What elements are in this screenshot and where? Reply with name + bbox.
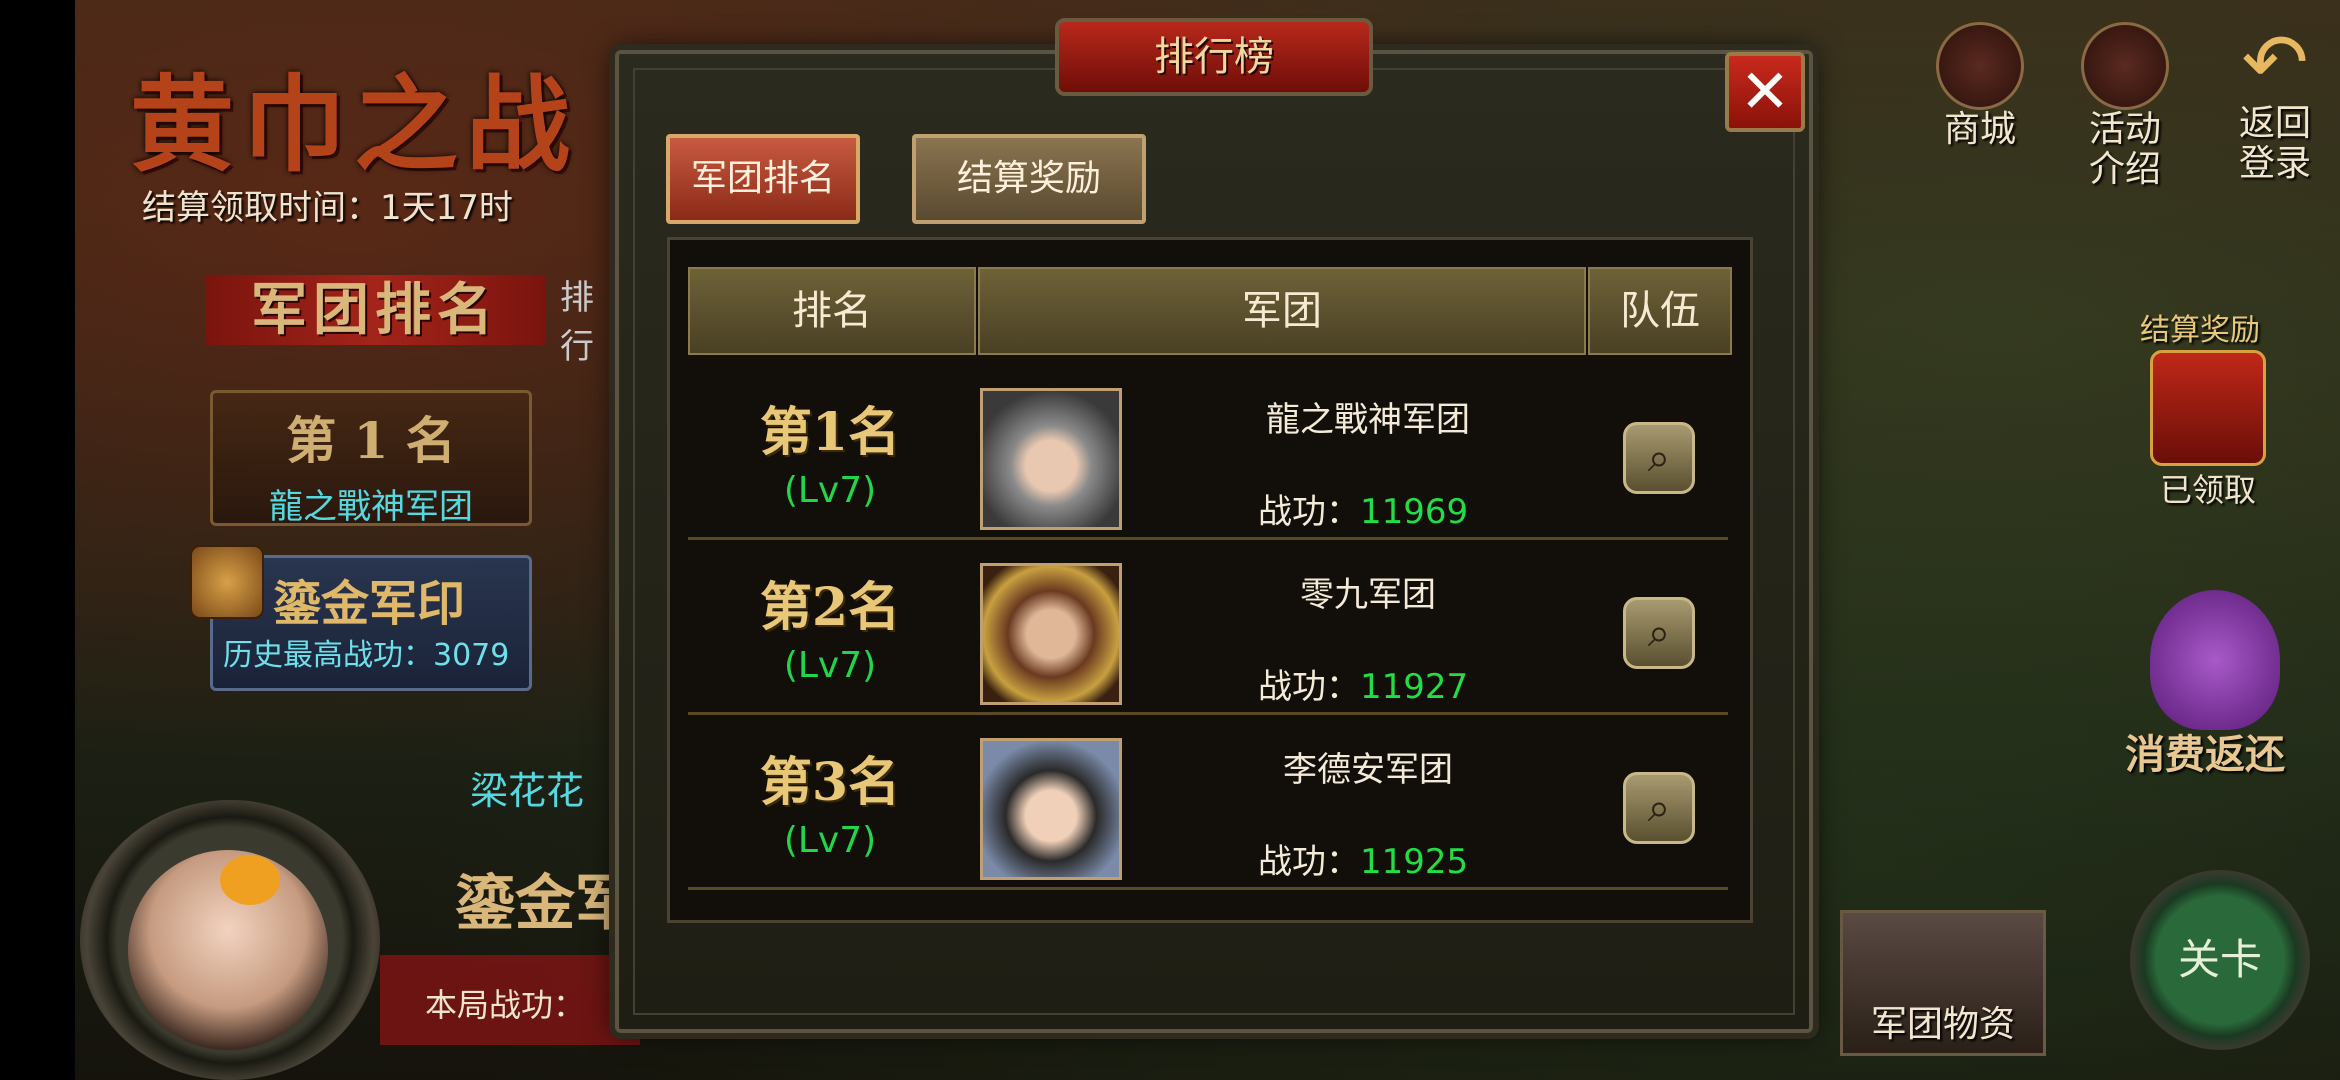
magnifier-icon: ⌕ bbox=[1647, 435, 1671, 481]
table-row: 第1名 (Lv7) 龍之戰神军团 战功：11969 ⌕ bbox=[688, 362, 1728, 540]
event-title: 黄巾之战 bbox=[130, 63, 579, 186]
merit-label: 战功： bbox=[1258, 842, 1360, 882]
legion-supplies-button[interactable]: 军团物资 bbox=[1840, 910, 2046, 1056]
row-merit: 战功：11969 bbox=[1258, 484, 1468, 533]
history-best: 历史最高战功：3079 bbox=[223, 638, 510, 673]
shop-button[interactable]: 商城 bbox=[1930, 22, 2030, 150]
reward-chest-icon[interactable] bbox=[2150, 350, 2266, 466]
row-merit: 战功：11925 bbox=[1258, 834, 1468, 883]
ranking-side-tab[interactable]: 排行 bbox=[560, 270, 610, 370]
my-rank: 第 1 名 bbox=[286, 411, 456, 470]
view-team-button[interactable]: ⌕ bbox=[1623, 597, 1695, 669]
legion-supplies-label: 军团物资 bbox=[1870, 1004, 2015, 1045]
view-team-button[interactable]: ⌕ bbox=[1623, 422, 1695, 494]
magnifier-icon: ⌕ bbox=[1647, 610, 1671, 656]
settlement-reward-label: 结算奖励 bbox=[2140, 313, 2260, 348]
row-level: (Lv7) bbox=[783, 645, 877, 686]
row-legion-name: 零九军团 bbox=[1300, 575, 1436, 615]
player-name: 梁花花 bbox=[470, 769, 585, 813]
row-rank: 第3名 bbox=[759, 752, 901, 813]
back-login-label: 返回 登录 bbox=[2238, 103, 2311, 184]
view-team-button[interactable]: ⌕ bbox=[1623, 772, 1695, 844]
my-legion-name: 龍之戰神军团 bbox=[269, 487, 473, 527]
leader-portrait bbox=[980, 738, 1122, 880]
merit-label: 战功： bbox=[1258, 492, 1360, 532]
row-rank: 第1名 bbox=[759, 402, 901, 463]
legion-rank-banner: 军团排名 bbox=[205, 275, 545, 345]
row-merit: 战功：11927 bbox=[1258, 659, 1468, 708]
refund-label: 消费返还 bbox=[2125, 732, 2285, 778]
shop-label: 商城 bbox=[1943, 109, 2016, 150]
stage-label: 关卡 bbox=[2177, 935, 2262, 984]
merit-value: 11925 bbox=[1360, 842, 1469, 882]
row-rank: 第2名 bbox=[759, 577, 901, 638]
current-score-label: 本局战功： bbox=[425, 986, 586, 1024]
tab-legion-rank[interactable]: 军团排名 bbox=[666, 134, 860, 224]
leader-portrait bbox=[980, 563, 1122, 705]
close-button[interactable]: ✕ bbox=[1725, 52, 1805, 132]
dialog-title: 排行榜 bbox=[1055, 18, 1373, 96]
flower-icon bbox=[220, 855, 280, 905]
activity-icon bbox=[2081, 22, 2169, 110]
stage-button[interactable]: 关卡 bbox=[2130, 870, 2310, 1050]
tab-settlement-reward[interactable]: 结算奖励 bbox=[912, 134, 1146, 224]
table-row: 第3名 (Lv7) 李德安军团 战功：11925 ⌕ bbox=[688, 712, 1728, 890]
row-legion-name: 龍之戰神军团 bbox=[1266, 400, 1470, 440]
big-seal-title: 鎏金军 bbox=[455, 869, 635, 939]
shop-icon bbox=[1936, 22, 2024, 110]
my-rank-box: 第 1 名 龍之戰神军团 bbox=[210, 390, 532, 527]
merit-value: 11969 bbox=[1360, 492, 1469, 532]
leader-portrait bbox=[980, 388, 1122, 530]
merit-label: 战功： bbox=[1258, 667, 1360, 707]
row-level: (Lv7) bbox=[783, 470, 877, 511]
header-legion: 军团 bbox=[978, 267, 1586, 355]
ranking-side-tab-label: 排行 bbox=[560, 278, 594, 367]
activity-intro-button[interactable]: 活动 介绍 bbox=[2075, 22, 2175, 190]
return-arrow-icon: ↶ bbox=[2241, 16, 2309, 109]
close-icon: ✕ bbox=[1739, 57, 1791, 127]
merit-value: 11927 bbox=[1360, 667, 1469, 707]
settlement-time: 结算领取时间：1天17时 bbox=[142, 188, 513, 228]
row-legion-name: 李德安军团 bbox=[1283, 750, 1453, 790]
magnifier-icon: ⌕ bbox=[1647, 785, 1671, 831]
seal-icon bbox=[190, 545, 264, 619]
activity-label: 活动 介绍 bbox=[2088, 109, 2161, 190]
back-login-button[interactable]: ↶ 返回 登录 bbox=[2225, 22, 2325, 184]
claimed-label: 已领取 bbox=[2160, 471, 2257, 509]
left-letterbox bbox=[0, 0, 75, 1080]
refund-bag-icon[interactable] bbox=[2150, 590, 2280, 730]
row-level: (Lv7) bbox=[783, 820, 877, 861]
header-rank: 排名 bbox=[688, 267, 976, 355]
header-team: 队伍 bbox=[1588, 267, 1732, 355]
seal-title: 鎏金军印 bbox=[273, 576, 466, 632]
table-row: 第2名 (Lv7) 零九军团 战功：11927 ⌕ bbox=[688, 537, 1728, 715]
